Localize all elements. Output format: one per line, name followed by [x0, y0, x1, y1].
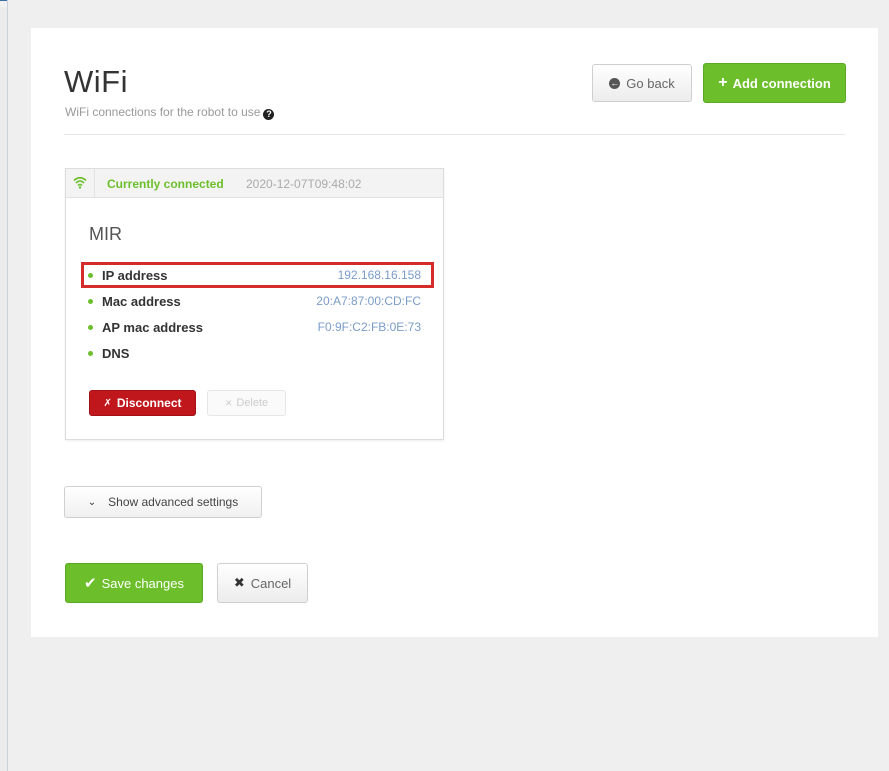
- detail-label: AP mac address: [102, 320, 203, 335]
- go-back-label: Go back: [626, 75, 675, 91]
- unlink-icon: ✗: [103, 397, 112, 409]
- network-ssid: MIR: [89, 224, 122, 244]
- cancel-label: Cancel: [250, 575, 292, 591]
- advanced-label: Show advanced settings: [108, 495, 239, 509]
- detail-label: Mac address: [102, 294, 181, 309]
- wifi-icon: [66, 169, 95, 197]
- page-subtitle-text: WiFi connections for the robot to use: [65, 105, 261, 119]
- add-connection-label: Add connection: [732, 75, 831, 91]
- detail-value: F0:9F:C2:FB:0E:73: [317, 320, 421, 334]
- detail-row-ap-mac-address: AP mac address F0:9F:C2:FB:0E:73: [85, 318, 433, 338]
- detail-row-mac-address: Mac address 20:A7:87:00:CD:FC: [85, 292, 433, 312]
- save-label: Save changes: [101, 575, 184, 591]
- page-subtitle: WiFi connections for the robot to use?: [65, 105, 275, 120]
- disconnect-label: Disconnect: [116, 396, 182, 410]
- delete-button[interactable]: ✕ Delete: [207, 390, 286, 416]
- go-back-button[interactable]: ← Go back: [592, 64, 692, 102]
- detail-row-dns: DNS: [85, 344, 433, 364]
- delete-label: Delete: [236, 397, 269, 409]
- card-header: Currently connected 2020-12-07T09:48:02: [66, 169, 443, 198]
- close-icon: ✖: [233, 575, 245, 590]
- bullet-icon: [88, 325, 93, 330]
- connection-timestamp: 2020-12-07T09:48:02: [246, 177, 362, 191]
- page-title: WiFi: [64, 64, 128, 99]
- detail-value: 20:A7:87:00:CD:FC: [316, 294, 421, 308]
- bullet-icon: [88, 299, 93, 304]
- close-icon: ✕: [224, 397, 233, 408]
- cancel-button[interactable]: ✖ Cancel: [217, 563, 308, 603]
- show-advanced-settings-button[interactable]: ⌄ Show advanced settings: [64, 486, 262, 518]
- save-changes-button[interactable]: ✔ Save changes: [65, 563, 203, 603]
- plus-icon: +: [718, 74, 728, 91]
- arrow-left-circle-icon: ←: [609, 77, 621, 89]
- disconnect-button[interactable]: ✗ Disconnect: [89, 390, 196, 416]
- header-divider: [64, 134, 845, 135]
- chevron-down-icon: ⌄: [87, 496, 97, 508]
- detail-label: DNS: [102, 346, 130, 361]
- add-connection-button[interactable]: + Add connection: [703, 63, 846, 103]
- ip-address-highlight-box: [81, 262, 434, 288]
- wifi-connection-card: Currently connected 2020-12-07T09:48:02 …: [65, 168, 444, 440]
- question-circle-icon[interactable]: ?: [263, 109, 275, 120]
- bullet-icon: [88, 351, 93, 356]
- connection-status: Currently connected: [107, 177, 224, 191]
- checkmark-icon: ✔: [84, 575, 97, 592]
